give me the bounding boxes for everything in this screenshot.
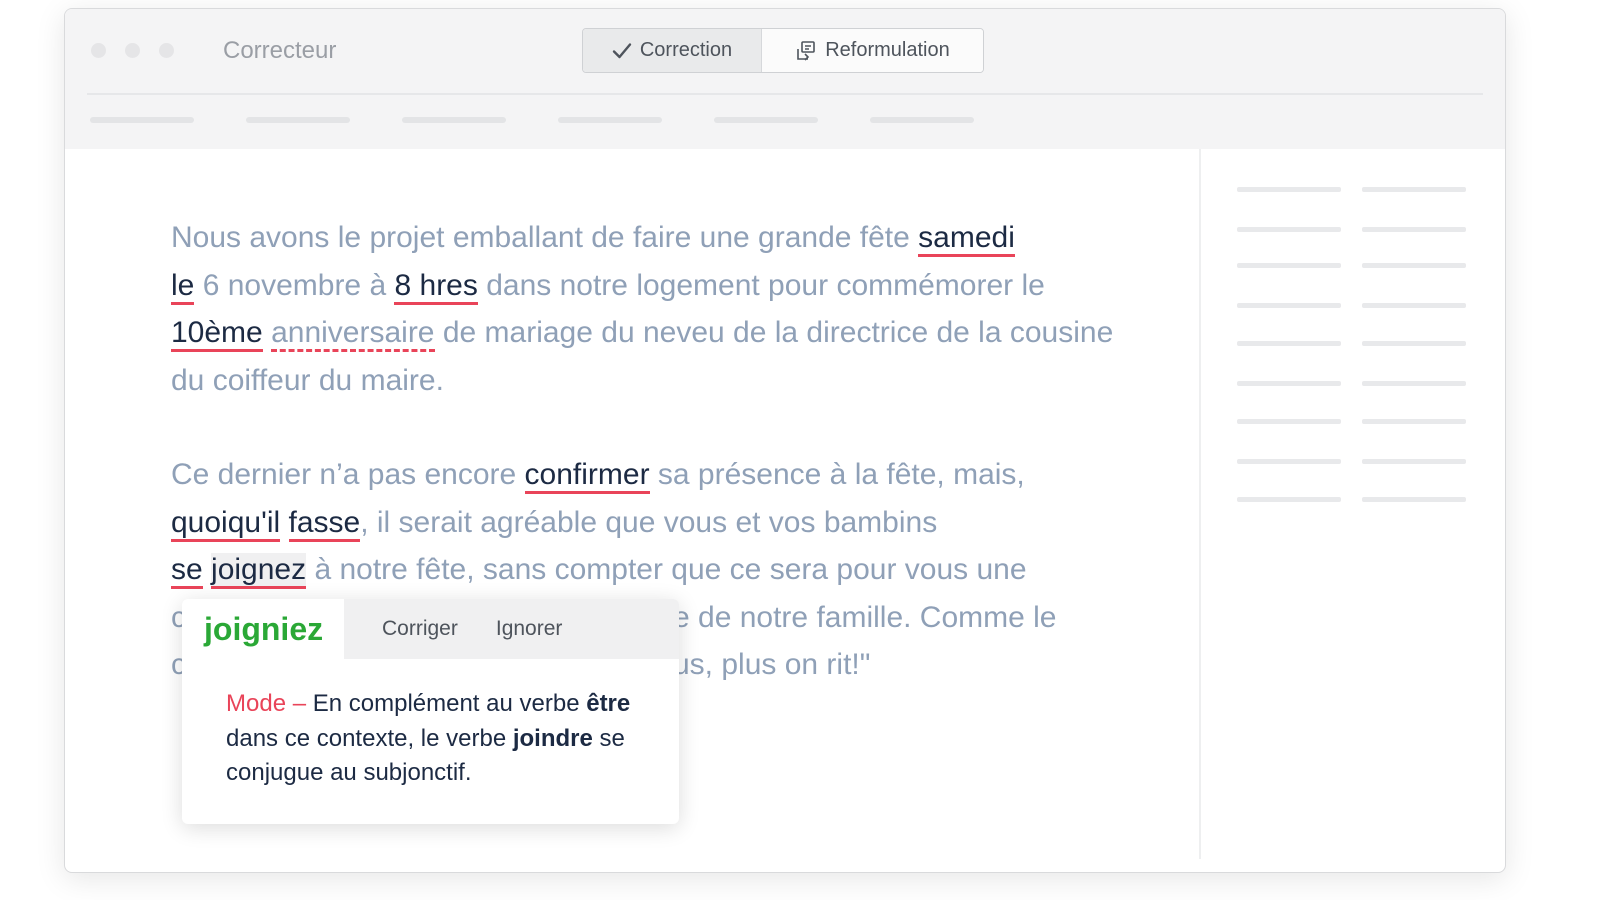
text-run: , il serait agréable que vous et vos bam…: [360, 505, 938, 539]
toolbar-placeholder: [714, 117, 818, 123]
text-run: Nous avons le projet emballant de faire …: [171, 221, 919, 254]
sidebar-divider: [1199, 149, 1201, 859]
reformulation-icon: [797, 40, 816, 61]
sidebar-placeholder: [1362, 227, 1466, 232]
error-word[interactable]: le: [171, 268, 195, 305]
app-window: Correcteur Correction Reformulation Nous…: [64, 8, 1506, 873]
sidebar-placeholder: [1362, 419, 1466, 424]
error-word[interactable]: confirmer: [524, 458, 650, 494]
error-word[interactable]: fasse: [288, 505, 361, 542]
title-bar: Correcteur Correction Reformulation: [65, 9, 1505, 149]
sidebar-placeholder: [1237, 381, 1341, 386]
toolbar-placeholder: [558, 117, 662, 123]
toolbar-placeholder: [402, 117, 506, 123]
reformulation-tab[interactable]: Reformulation: [762, 29, 983, 72]
sidebar-placeholder: [1362, 303, 1466, 308]
error-word[interactable]: 8 hres: [394, 268, 478, 305]
paragraph-1: Nous avons le projet emballant de faire …: [171, 214, 1131, 404]
error-word[interactable]: se: [171, 553, 203, 589]
text-run: Ce dernier n’a pas encore: [171, 458, 525, 491]
explanation-text: En complément au verbe: [306, 690, 587, 717]
sidebar-placeholder: [1237, 459, 1341, 464]
sidebar-placeholder: [1237, 497, 1341, 502]
minimize-window-button[interactable]: [125, 43, 140, 58]
toolbar-divider: [87, 93, 1483, 95]
sidebar-placeholder: [1237, 227, 1341, 232]
app-title: Correcteur: [223, 37, 337, 64]
correct-button[interactable]: Corriger: [382, 617, 458, 641]
sidebar-placeholder: [1362, 187, 1466, 192]
sidebar-placeholder: [1237, 263, 1341, 268]
sidebar-placeholder: [1362, 459, 1466, 464]
error-word[interactable]: quoiqu'il: [171, 505, 281, 542]
toolbar-placeholder: [246, 117, 350, 123]
correction-tab-label: Correction: [639, 39, 733, 61]
text-run: à notre fête, sans compter que ce sera p…: [306, 553, 1027, 586]
suggestion-button[interactable]: joigniez: [182, 599, 344, 659]
sidebar-placeholder: [1237, 341, 1341, 346]
popup-header: joigniez Corriger Ignorer: [182, 599, 679, 659]
explanation-text: dans ce contexte, le verbe: [226, 724, 513, 752]
sidebar-placeholder: [1362, 263, 1466, 268]
text-run: dans notre logement pour commémorer le: [477, 268, 1045, 302]
ignore-button[interactable]: Ignorer: [496, 617, 563, 641]
sidebar-placeholder: [1237, 419, 1341, 424]
sidebar-placeholder: [1362, 381, 1466, 386]
correction-popup: joigniez Corriger Ignorer Mode – En comp…: [182, 599, 679, 824]
error-word[interactable]: 10ème: [171, 316, 263, 352]
toolbar-placeholder: [870, 117, 974, 123]
mode-switcher: Correction Reformulation: [582, 28, 984, 73]
style-warning-word[interactable]: anniversaire: [271, 316, 435, 352]
reformulation-tab-label: Reformulation: [825, 39, 950, 61]
popup-actions: Corriger Ignorer: [344, 599, 679, 659]
checkmark-icon: [612, 42, 632, 58]
text-run: sa présence à la fête, mais,: [649, 458, 1025, 491]
explanation-keyword: être: [586, 690, 631, 717]
error-type-label: Mode –: [226, 690, 307, 717]
text-run: e de notre famille. Comme le: [673, 600, 1057, 634]
zoom-window-button[interactable]: [159, 43, 174, 58]
toolbar-placeholder: [90, 117, 194, 123]
sidebar-placeholder: [1362, 341, 1466, 346]
correction-tab[interactable]: Correction: [583, 29, 762, 72]
explanation: Mode – En complément au verbe être dans …: [182, 659, 679, 791]
text-run: 6 novembre à: [194, 268, 395, 302]
sidebar-placeholder: [1237, 303, 1341, 308]
error-word[interactable]: samedi: [918, 221, 1015, 257]
text-run: us, plus on rit!": [673, 648, 871, 681]
sidebar-placeholder: [1362, 497, 1466, 502]
explanation-keyword: joindre: [512, 724, 593, 752]
sidebar-placeholder: [1237, 187, 1341, 192]
active-error-word[interactable]: joignez: [211, 553, 307, 589]
close-window-button[interactable]: [91, 43, 106, 58]
